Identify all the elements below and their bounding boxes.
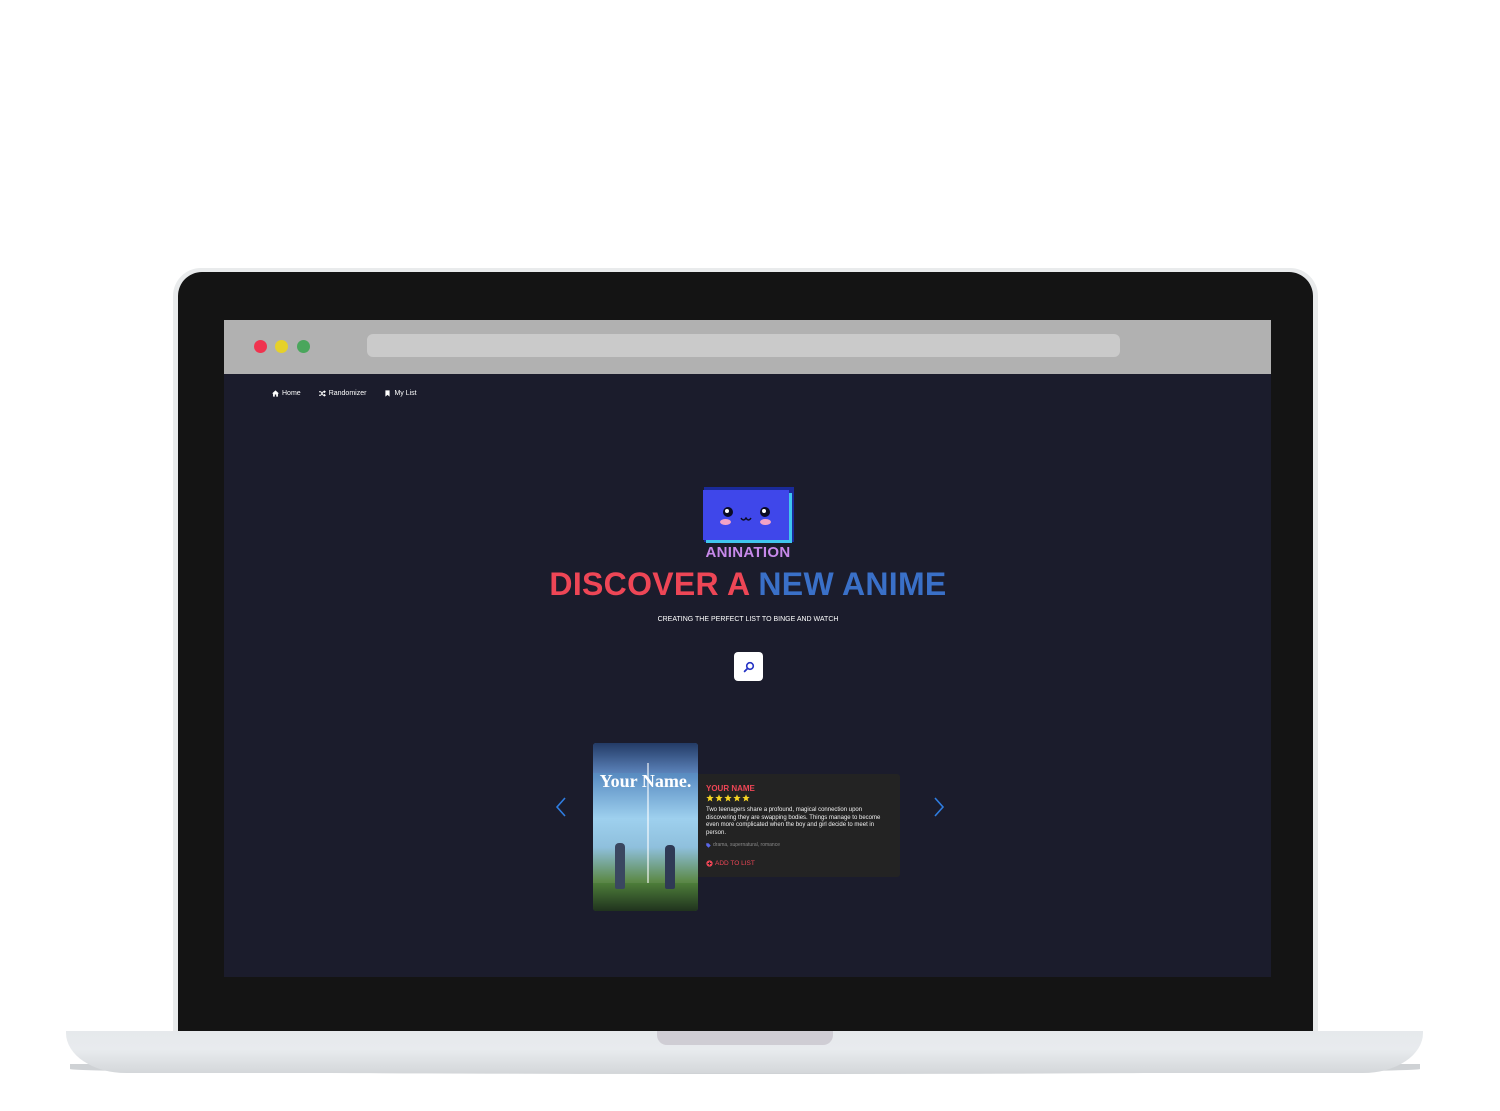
laptop-notch (657, 1031, 833, 1045)
anime-poster[interactable]: Your Name. (593, 743, 698, 911)
nav-label: Randomizer (328, 390, 367, 397)
anination-logo (703, 487, 794, 543)
screen: Home Randomizer My List ANINATION DISCOV… (224, 320, 1271, 977)
maximize-window-dot[interactable] (297, 340, 310, 353)
star-icon (733, 794, 741, 802)
chevron-right-icon (934, 797, 945, 817)
anime-tags: drama, supernatural, romance (706, 842, 780, 848)
logo-eye-right (760, 507, 770, 517)
logo-eye-left (723, 507, 733, 517)
logo-blush-left (720, 519, 731, 525)
shuffle-icon (318, 390, 326, 397)
anime-info-card: YOUR NAME Two teenagers share a profound… (698, 774, 900, 877)
bookmark-icon (385, 390, 391, 397)
star-icon (724, 794, 732, 802)
tags-text: drama, supernatural, romance (713, 842, 780, 848)
headline-part-1: DISCOVER A (549, 566, 750, 602)
poster-figure-boy (615, 843, 625, 889)
poster-ground (593, 883, 698, 911)
page-subtitle: CREATING THE PERFECT LIST TO BINGE AND W… (657, 616, 839, 623)
brand-name: ANINATION (705, 544, 791, 561)
nav-item-home[interactable]: Home (272, 390, 301, 397)
close-window-dot[interactable] (254, 340, 267, 353)
browser-chrome (224, 320, 1271, 374)
anime-title: YOUR NAME (706, 784, 755, 793)
anime-description: Two teenagers share a profound, magical … (706, 807, 881, 836)
address-bar[interactable] (367, 334, 1120, 357)
plus-circle-icon (706, 860, 713, 867)
carousel-prev-button[interactable] (554, 797, 568, 817)
add-to-list-button[interactable]: ADD TO LIST (706, 860, 755, 867)
logo-blush-right (760, 519, 771, 525)
star-icon (715, 794, 723, 802)
logo-mouth (740, 517, 752, 521)
nav-item-my-list[interactable]: My List (384, 390, 417, 397)
poster-sky (593, 743, 698, 773)
star-icon (742, 794, 750, 802)
search-button[interactable] (734, 652, 763, 681)
nav-label: Home (282, 390, 301, 397)
star-rating (706, 794, 750, 802)
home-icon (272, 390, 279, 397)
search-icon (743, 661, 754, 672)
logo-face (703, 490, 789, 540)
chevron-left-icon (555, 797, 566, 817)
nav-item-randomizer[interactable]: Randomizer (318, 390, 367, 397)
carousel-next-button[interactable] (932, 797, 946, 817)
minimize-window-dot[interactable] (275, 340, 288, 353)
poster-figure-girl (665, 845, 675, 889)
star-icon (706, 794, 714, 802)
add-to-list-label: ADD TO LIST (715, 860, 755, 867)
tag-icon (706, 842, 711, 848)
headline-part-2: NEW ANIME (758, 566, 947, 602)
page-headline: DISCOVER A NEW ANIME (448, 566, 1048, 603)
top-nav: Home Randomizer My List (272, 390, 417, 397)
nav-label: My List (394, 390, 417, 397)
poster-title: Your Name. (599, 771, 692, 791)
